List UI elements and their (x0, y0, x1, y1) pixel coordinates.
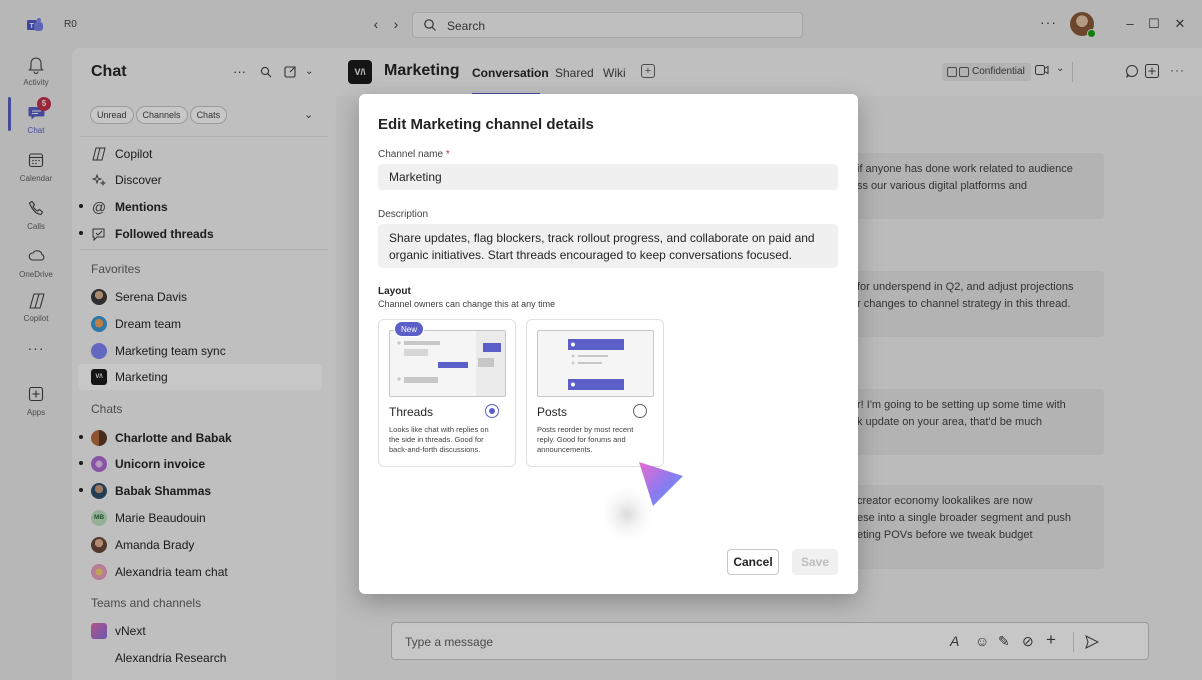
threads-option-description: Looks like chat with replies on the side… (389, 425, 489, 455)
description-field[interactable]: Share updates, flag blockers, track roll… (378, 224, 838, 268)
channel-name-field[interactable]: Marketing (378, 164, 838, 190)
layout-title: Layout (378, 286, 411, 297)
dialog-title: Edit Marketing channel details (378, 116, 594, 133)
posts-preview-illustration (568, 339, 624, 390)
posts-option-description: Posts reorder by most recent reply. Good… (537, 425, 633, 455)
threads-desc-line: Looks like chat with replies on (389, 425, 489, 434)
save-button[interactable]: Save (792, 549, 838, 575)
cancel-button[interactable]: Cancel (727, 549, 779, 575)
layout-subtitle: Channel owners can change this at any ti… (378, 299, 556, 309)
posts-radio[interactable] (633, 404, 647, 418)
description-label: Description (378, 209, 429, 220)
required-mark: * (445, 149, 450, 160)
new-badge: New (394, 321, 425, 337)
pointer-illustration-icon (597, 462, 683, 546)
posts-desc-line: Posts reorder by most recent (537, 425, 634, 434)
posts-desc-line: reply. Good for forums and (537, 435, 626, 444)
threads-desc-line: the side in threads. Good for (389, 435, 484, 444)
threads-radio[interactable] (485, 404, 499, 418)
threads-layout-preview-image (389, 330, 506, 397)
channel-name-label-text: Channel name (378, 149, 444, 160)
channel-name-label: Channel name * (378, 149, 450, 160)
posts-option-title: Posts (537, 405, 568, 419)
threads-desc-line: back-and-forth discussions. (389, 445, 481, 454)
edit-channel-dialog: Edit Marketing channel details Channel n… (359, 94, 858, 594)
description-text-line: organic initiatives. Start threads encou… (389, 248, 792, 262)
posts-layout-preview-image (537, 330, 654, 397)
description-text-line: Share updates, flag blockers, track roll… (389, 231, 815, 245)
threads-preview-illustration (397, 331, 505, 396)
threads-option-title: Threads (389, 405, 434, 419)
channel-name-value: Marketing (389, 170, 442, 184)
layout-option-threads[interactable]: Threads Looks like chat with replies on … (378, 319, 516, 467)
layout-option-posts[interactable]: Posts Posts reorder by most recent reply… (526, 319, 664, 467)
